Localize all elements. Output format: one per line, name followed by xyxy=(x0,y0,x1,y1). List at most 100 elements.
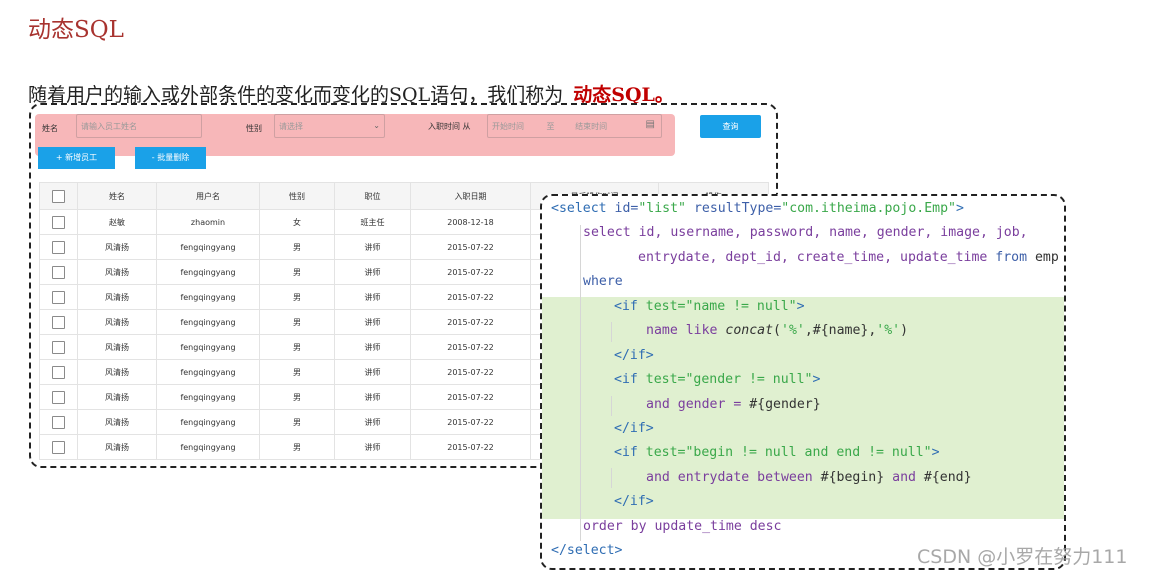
cell-entry-date: 2015-07-22 xyxy=(410,384,531,410)
code-line-8: <if test="gender != null"> xyxy=(614,372,821,387)
row-select-cell xyxy=(39,259,78,285)
cell-name: 风清扬 xyxy=(77,384,157,410)
cell-position: 讲师 xyxy=(334,359,411,385)
cell-position: 讲师 xyxy=(334,259,411,285)
add-employee-button[interactable]: + 新增员工 xyxy=(38,147,115,169)
date-end-placeholder: 结束时间 xyxy=(575,122,608,131)
row-checkbox[interactable] xyxy=(52,240,65,254)
row-checkbox[interactable] xyxy=(52,290,65,304)
row-checkbox[interactable] xyxy=(52,440,65,454)
date-label: 入职时间 从 xyxy=(428,122,471,131)
cell-position: 讲师 xyxy=(334,334,411,360)
cell-gender: 女 xyxy=(259,209,335,235)
code-line-9: and gender = #{gender} xyxy=(646,397,821,412)
cell-entry-date: 2015-07-22 xyxy=(410,259,531,285)
code-line-10: </if> xyxy=(614,421,654,436)
csdn-watermark: CSDN @小罗在努力111 xyxy=(917,546,1128,568)
cell-gender: 男 xyxy=(259,359,335,385)
search-form: 姓名 请输入员工姓名 性别 请选择 ⌄ 入职时间 从 开始时间 至 结束时间 ▤ xyxy=(35,114,675,156)
row-select-cell xyxy=(39,409,78,435)
code-line-6: name like concat('%',#{name},'%') xyxy=(646,323,909,338)
cell-username: fengqingyang xyxy=(156,409,260,435)
cell-gender: 男 xyxy=(259,434,335,460)
code-line-7: </if> xyxy=(614,348,654,363)
indent-guide xyxy=(611,322,612,342)
search-button[interactable]: 查询 xyxy=(700,115,761,138)
row-select-cell xyxy=(39,359,78,385)
header-position: 职位 xyxy=(334,182,411,210)
code-line-11: <if test="begin != null and end != null"… xyxy=(614,445,940,460)
header-name: 姓名 xyxy=(77,182,157,210)
cell-gender: 男 xyxy=(259,259,335,285)
cell-name: 风清扬 xyxy=(77,359,157,385)
cell-position: 讲师 xyxy=(334,409,411,435)
cell-name: 风清扬 xyxy=(77,409,157,435)
select-all-checkbox[interactable] xyxy=(52,189,65,203)
code-line-4: where xyxy=(583,274,623,289)
row-checkbox[interactable] xyxy=(52,215,65,229)
cell-entry-date: 2015-07-22 xyxy=(410,359,531,385)
cell-gender: 男 xyxy=(259,334,335,360)
cell-position: 讲师 xyxy=(334,434,411,460)
row-checkbox[interactable] xyxy=(52,315,65,329)
cell-gender: 男 xyxy=(259,309,335,335)
select-all-cell xyxy=(39,182,78,210)
row-select-cell xyxy=(39,209,78,235)
indent-guide xyxy=(580,225,581,541)
code-line-1: <select id="list" resultType="com.itheim… xyxy=(551,201,964,216)
cell-gender: 男 xyxy=(259,409,335,435)
code-line-5: <if test="name != null"> xyxy=(614,299,805,314)
cell-entry-date: 2015-07-22 xyxy=(410,409,531,435)
row-select-cell xyxy=(39,234,78,260)
cell-name: 赵敏 xyxy=(77,209,157,235)
date-label-from: 从 xyxy=(462,122,471,131)
cell-name: 风清扬 xyxy=(77,309,157,335)
row-checkbox[interactable] xyxy=(52,265,65,279)
code-line-15: </select> xyxy=(551,543,623,558)
row-checkbox[interactable] xyxy=(52,340,65,354)
row-select-cell xyxy=(39,309,78,335)
cell-entry-date: 2015-07-22 xyxy=(410,309,531,335)
cell-entry-date: 2015-07-22 xyxy=(410,434,531,460)
gender-select-placeholder: 请选择 xyxy=(279,122,303,131)
date-to-label: 至 xyxy=(546,122,555,131)
row-checkbox[interactable] xyxy=(52,365,65,379)
cell-entry-date: 2008-12-18 xyxy=(410,209,531,235)
row-checkbox[interactable] xyxy=(52,415,65,429)
row-select-cell xyxy=(39,334,78,360)
cell-position: 讲师 xyxy=(334,234,411,260)
code-line-13: </if> xyxy=(614,494,654,509)
row-select-cell xyxy=(39,434,78,460)
cell-username: fengqingyang xyxy=(156,384,260,410)
code-snippet: <select id="list" resultType="com.itheim… xyxy=(540,194,1066,570)
cell-name: 风清扬 xyxy=(77,259,157,285)
code-line-3: entrydate, dept_id, create_time, update_… xyxy=(638,250,1059,265)
page-heading: 动态SQL xyxy=(28,17,124,43)
indent-guide xyxy=(611,468,612,488)
cell-position: 讲师 xyxy=(334,384,411,410)
name-input[interactable]: 请输入员工姓名 xyxy=(76,114,202,138)
cell-entry-date: 2015-07-22 xyxy=(410,334,531,360)
cell-username: fengqingyang xyxy=(156,234,260,260)
cell-position: 讲师 xyxy=(334,309,411,335)
indent-guide xyxy=(611,396,612,416)
cell-gender: 男 xyxy=(259,384,335,410)
batch-delete-button[interactable]: - 批量删除 xyxy=(135,147,206,169)
cell-username: fengqingyang xyxy=(156,259,260,285)
row-checkbox[interactable] xyxy=(52,390,65,404)
code-line-14: order by update_time desc xyxy=(583,519,782,534)
cell-name: 风清扬 xyxy=(77,434,157,460)
date-start-placeholder: 开始时间 xyxy=(492,122,524,131)
chevron-down-icon: ⌄ xyxy=(373,121,380,130)
gender-select[interactable]: 请选择 ⌄ xyxy=(274,114,385,138)
code-line-12: and entrydate between #{begin} and #{end… xyxy=(646,470,972,485)
cell-username: fengqingyang xyxy=(156,284,260,310)
cell-name: 风清扬 xyxy=(77,234,157,260)
row-select-cell xyxy=(39,284,78,310)
cell-username: fengqingyang xyxy=(156,334,260,360)
cell-gender: 男 xyxy=(259,234,335,260)
date-range-input[interactable]: 开始时间 至 结束时间 ▤ xyxy=(487,114,662,138)
cell-gender: 男 xyxy=(259,284,335,310)
calendar-icon: ▤ xyxy=(645,119,655,130)
cell-username: zhaomin xyxy=(156,209,260,235)
